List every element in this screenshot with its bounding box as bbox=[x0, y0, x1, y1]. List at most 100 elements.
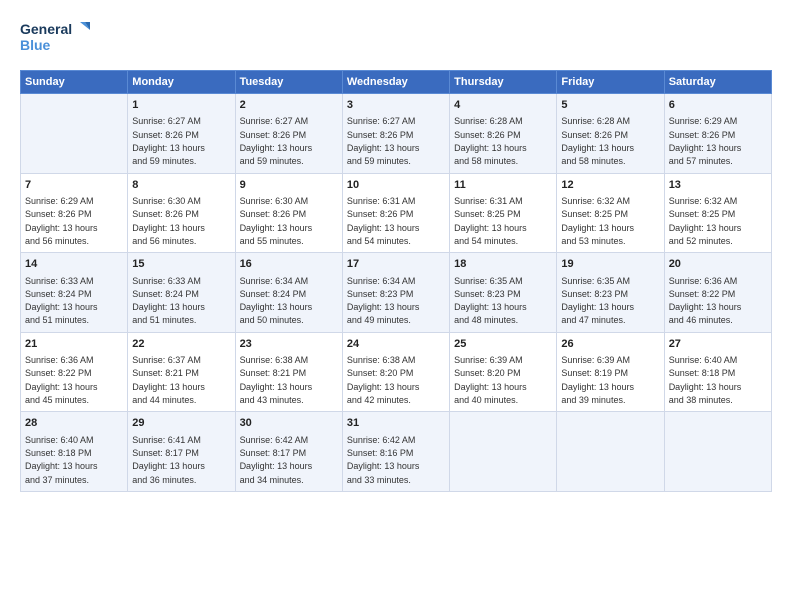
calendar-cell: 10Sunrise: 6:31 AM Sunset: 8:26 PM Dayli… bbox=[342, 173, 449, 253]
date-number: 25 bbox=[454, 337, 552, 352]
cell-info: Sunrise: 6:36 AM Sunset: 8:22 PM Dayligh… bbox=[25, 355, 98, 405]
header-day-wednesday: Wednesday bbox=[342, 71, 449, 94]
week-row-5: 28 Sunrise: 6:40 AM Sunset: 8:18 PM Dayli… bbox=[21, 412, 772, 492]
cell-info: Sunrise: 6:42 AM Sunset: 8:17 PM Dayligh… bbox=[240, 435, 313, 485]
calendar-cell: 8Sunrise: 6:30 AM Sunset: 8:26 PM Daylig… bbox=[128, 173, 235, 253]
header-day-sunday: Sunday bbox=[21, 71, 128, 94]
calendar-cell: 17 Sunrise: 6:34 AM Sunset: 8:23 PM Dayli… bbox=[342, 253, 449, 333]
calendar-cell bbox=[557, 412, 664, 492]
date-number: 19 bbox=[561, 257, 659, 272]
calendar-cell bbox=[21, 94, 128, 174]
date-number: 15 bbox=[132, 257, 230, 272]
calendar-cell: 1Sunrise: 6:27 AM Sunset: 8:26 PM Daylig… bbox=[128, 94, 235, 174]
calendar-cell: 12Sunrise: 6:32 AM Sunset: 8:25 PM Dayli… bbox=[557, 173, 664, 253]
calendar-cell: 6 Sunrise: 6:29 AM Sunset: 8:26 PM Daylig… bbox=[664, 94, 771, 174]
calendar-cell: 23 Sunrise: 6:38 AM Sunset: 8:21 PM Dayli… bbox=[235, 332, 342, 412]
date-number: 13 bbox=[669, 178, 767, 193]
date-number: 28 bbox=[25, 416, 123, 431]
calendar-cell: 31 Sunrise: 6:42 AM Sunset: 8:16 PM Dayli… bbox=[342, 412, 449, 492]
week-row-1: 1 Sunrise: 6:27 AM Sunset: 8:26 PM Daylig… bbox=[21, 94, 772, 174]
cell-info: Sunrise: 6:35 AM Sunset: 8:23 PM Dayligh… bbox=[454, 276, 527, 326]
header: General Blue bbox=[20, 18, 772, 60]
calendar-cell: 24 Sunrise: 6:38 AM Sunset: 8:20 PM Dayli… bbox=[342, 332, 449, 412]
week-row-3: 14 Sunrise: 6:33 AM Sunset: 8:24 PM Dayli… bbox=[21, 253, 772, 333]
calendar-cell: 26 Sunrise: 6:39 AM Sunset: 8:19 PM Dayli… bbox=[557, 332, 664, 412]
calendar-cell: 18 Sunrise: 6:35 AM Sunset: 8:23 PM Dayli… bbox=[450, 253, 557, 333]
cell-info: Sunrise: 6:29 AM Sunset: 8:26 PM Dayligh… bbox=[25, 196, 98, 246]
date-number: 6 bbox=[669, 98, 767, 113]
calendar-cell: 22Sunrise: 6:37 AM Sunset: 8:21 PM Dayli… bbox=[128, 332, 235, 412]
date-number: 31 bbox=[347, 416, 445, 431]
date-number: 17 bbox=[347, 257, 445, 272]
calendar-cell: 9Sunrise: 6:30 AM Sunset: 8:26 PM Daylig… bbox=[235, 173, 342, 253]
cell-info: Sunrise: 6:42 AM Sunset: 8:16 PM Dayligh… bbox=[347, 435, 420, 485]
svg-text:General: General bbox=[20, 21, 72, 37]
date-number: 24 bbox=[347, 337, 445, 352]
date-number: 27 bbox=[669, 337, 767, 352]
calendar-cell bbox=[664, 412, 771, 492]
date-number: 4 bbox=[454, 98, 552, 113]
calendar-cell: 13 Sunrise: 6:32 AM Sunset: 8:25 PM Dayli… bbox=[664, 173, 771, 253]
calendar-cell: 20 Sunrise: 6:36 AM Sunset: 8:22 PM Dayli… bbox=[664, 253, 771, 333]
calendar-cell: 19 Sunrise: 6:35 AM Sunset: 8:23 PM Dayli… bbox=[557, 253, 664, 333]
date-number: 2 bbox=[240, 98, 338, 113]
date-number: 7 bbox=[25, 178, 123, 193]
cell-info: Sunrise: 6:31 AM Sunset: 8:25 PM Dayligh… bbox=[454, 196, 527, 246]
calendar-cell: 14Sunrise: 6:33 AM Sunset: 8:24 PM Dayli… bbox=[21, 253, 128, 333]
cell-info: Sunrise: 6:36 AM Sunset: 8:22 PM Dayligh… bbox=[669, 276, 742, 326]
cell-info: Sunrise: 6:34 AM Sunset: 8:23 PM Dayligh… bbox=[347, 276, 420, 326]
date-number: 26 bbox=[561, 337, 659, 352]
header-day-saturday: Saturday bbox=[664, 71, 771, 94]
calendar-cell: 21Sunrise: 6:36 AM Sunset: 8:22 PM Dayli… bbox=[21, 332, 128, 412]
cell-info: Sunrise: 6:38 AM Sunset: 8:21 PM Dayligh… bbox=[240, 355, 313, 405]
calendar-table: SundayMondayTuesdayWednesdayThursdayFrid… bbox=[20, 70, 772, 492]
cell-info: Sunrise: 6:27 AM Sunset: 8:26 PM Dayligh… bbox=[347, 116, 420, 166]
calendar-cell: 28 Sunrise: 6:40 AM Sunset: 8:18 PM Dayli… bbox=[21, 412, 128, 492]
cell-info: Sunrise: 6:40 AM Sunset: 8:18 PM Dayligh… bbox=[669, 355, 742, 405]
date-number: 5 bbox=[561, 98, 659, 113]
calendar-cell: 11Sunrise: 6:31 AM Sunset: 8:25 PM Dayli… bbox=[450, 173, 557, 253]
cell-info: Sunrise: 6:39 AM Sunset: 8:19 PM Dayligh… bbox=[561, 355, 634, 405]
date-number: 14 bbox=[25, 257, 123, 272]
cell-info: Sunrise: 6:27 AM Sunset: 8:26 PM Dayligh… bbox=[240, 116, 313, 166]
header-day-thursday: Thursday bbox=[450, 71, 557, 94]
calendar-cell: 5 Sunrise: 6:28 AM Sunset: 8:26 PM Daylig… bbox=[557, 94, 664, 174]
cell-info: Sunrise: 6:38 AM Sunset: 8:20 PM Dayligh… bbox=[347, 355, 420, 405]
header-day-friday: Friday bbox=[557, 71, 664, 94]
calendar-cell bbox=[450, 412, 557, 492]
calendar-cell: 7 Sunrise: 6:29 AM Sunset: 8:26 PM Daylig… bbox=[21, 173, 128, 253]
date-number: 30 bbox=[240, 416, 338, 431]
cell-info: Sunrise: 6:33 AM Sunset: 8:24 PM Dayligh… bbox=[132, 276, 205, 326]
date-number: 23 bbox=[240, 337, 338, 352]
calendar-cell: 2 Sunrise: 6:27 AM Sunset: 8:26 PM Daylig… bbox=[235, 94, 342, 174]
calendar-cell: 16Sunrise: 6:34 AM Sunset: 8:24 PM Dayli… bbox=[235, 253, 342, 333]
date-number: 16 bbox=[240, 257, 338, 272]
date-number: 10 bbox=[347, 178, 445, 193]
date-number: 18 bbox=[454, 257, 552, 272]
cell-info: Sunrise: 6:40 AM Sunset: 8:18 PM Dayligh… bbox=[25, 435, 98, 485]
cell-info: Sunrise: 6:35 AM Sunset: 8:23 PM Dayligh… bbox=[561, 276, 634, 326]
svg-text:Blue: Blue bbox=[20, 37, 51, 53]
date-number: 9 bbox=[240, 178, 338, 193]
date-number: 20 bbox=[669, 257, 767, 272]
calendar-cell: 30 Sunrise: 6:42 AM Sunset: 8:17 PM Dayli… bbox=[235, 412, 342, 492]
week-row-4: 21Sunrise: 6:36 AM Sunset: 8:22 PM Dayli… bbox=[21, 332, 772, 412]
cell-info: Sunrise: 6:32 AM Sunset: 8:25 PM Dayligh… bbox=[561, 196, 634, 246]
calendar-cell: 27 Sunrise: 6:40 AM Sunset: 8:18 PM Dayli… bbox=[664, 332, 771, 412]
header-day-tuesday: Tuesday bbox=[235, 71, 342, 94]
calendar-cell: 4Sunrise: 6:28 AM Sunset: 8:26 PM Daylig… bbox=[450, 94, 557, 174]
cell-info: Sunrise: 6:41 AM Sunset: 8:17 PM Dayligh… bbox=[132, 435, 205, 485]
header-day-monday: Monday bbox=[128, 71, 235, 94]
date-number: 3 bbox=[347, 98, 445, 113]
logo-svg: General Blue bbox=[20, 18, 90, 60]
date-number: 1 bbox=[132, 98, 230, 113]
calendar-header-row: SundayMondayTuesdayWednesdayThursdayFrid… bbox=[21, 71, 772, 94]
week-row-2: 7 Sunrise: 6:29 AM Sunset: 8:26 PM Daylig… bbox=[21, 173, 772, 253]
cell-info: Sunrise: 6:30 AM Sunset: 8:26 PM Dayligh… bbox=[132, 196, 205, 246]
cell-info: Sunrise: 6:28 AM Sunset: 8:26 PM Dayligh… bbox=[561, 116, 634, 166]
logo: General Blue bbox=[20, 18, 90, 60]
calendar-cell: 3 Sunrise: 6:27 AM Sunset: 8:26 PM Daylig… bbox=[342, 94, 449, 174]
cell-info: Sunrise: 6:32 AM Sunset: 8:25 PM Dayligh… bbox=[669, 196, 742, 246]
cell-info: Sunrise: 6:29 AM Sunset: 8:26 PM Dayligh… bbox=[669, 116, 742, 166]
cell-info: Sunrise: 6:39 AM Sunset: 8:20 PM Dayligh… bbox=[454, 355, 527, 405]
